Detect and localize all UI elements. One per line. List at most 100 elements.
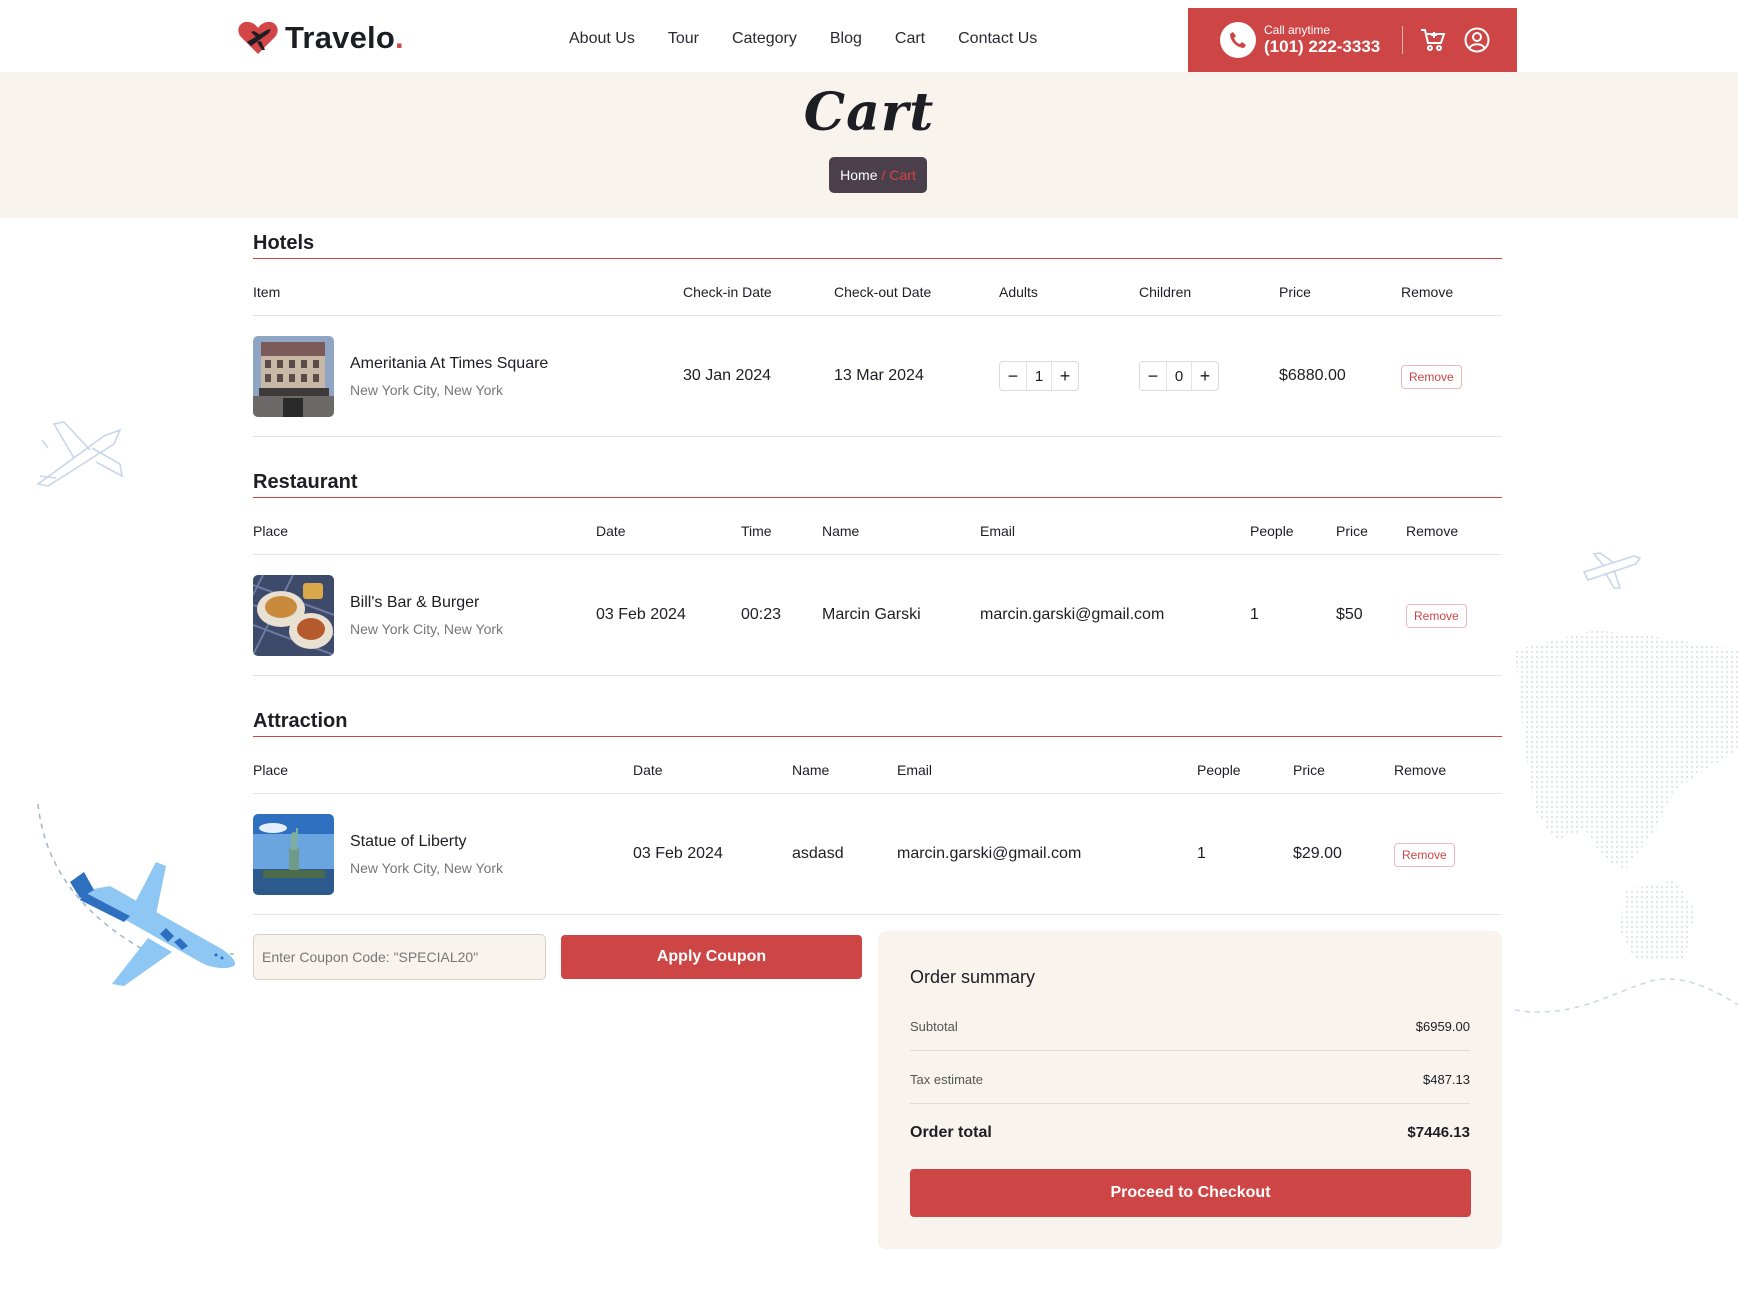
subtotal-label: Subtotal [910, 1019, 958, 1034]
col-header: Children [1139, 284, 1192, 300]
adults-decrement-button[interactable]: − [1000, 362, 1026, 390]
reservation-date: 03 Feb 2024 [596, 606, 686, 623]
site-header: Travelo. About Us Tour Category Blog Car… [0, 0, 1738, 72]
divider [910, 1103, 1470, 1104]
order-summary: Order summary Subtotal $6959.00 Tax esti… [878, 931, 1502, 1249]
col-header: Date [633, 762, 663, 778]
plane-small-icon [1582, 552, 1642, 589]
children-stepper: − 0 + [1139, 361, 1219, 391]
hotel-price: $6880.00 [1279, 367, 1346, 384]
restaurant-thumbnail[interactable] [253, 575, 334, 656]
page-title: Cart [803, 82, 935, 143]
divider [253, 793, 1502, 794]
header-call-box: Call anytime (101) 222-3333 [1188, 8, 1517, 72]
world-map-dots [1515, 630, 1738, 1013]
hotel-thumbnail[interactable] [253, 336, 334, 417]
restaurant-name[interactable]: Bill's Bar & Burger [350, 594, 479, 612]
col-header: Place [253, 523, 289, 539]
divider [1402, 26, 1404, 54]
children-increment-button[interactable]: + [1192, 362, 1218, 390]
cart-icon[interactable] [1419, 26, 1447, 54]
checkout-date: 13 Mar 2024 [834, 367, 924, 384]
col-header: Time [741, 523, 772, 539]
breadcrumb-separator: / [881, 167, 886, 183]
col-header: People [1250, 523, 1294, 539]
restaurant-title: Restaurant [253, 471, 358, 493]
call-number[interactable]: (101) 222-3333 [1264, 37, 1380, 57]
nav-tour[interactable]: Tour [668, 30, 699, 48]
breadcrumb: Home / Cart [829, 157, 927, 193]
col-header: Email [897, 762, 933, 778]
user-icon[interactable] [1463, 26, 1491, 54]
main-nav: About Us Tour Category Blog Cart Contact… [569, 30, 1070, 48]
col-header: Name [822, 523, 860, 539]
col-header: Item [253, 284, 281, 300]
divider [253, 315, 1502, 316]
attraction-location: New York City, New York [350, 860, 504, 876]
people-count: 1 [1250, 606, 1259, 623]
breadcrumb-home[interactable]: Home [840, 167, 877, 183]
divider [253, 258, 1502, 259]
tax-label: Tax estimate [910, 1072, 983, 1087]
col-header: Adults [999, 284, 1038, 300]
adults-increment-button[interactable]: + [1052, 362, 1078, 390]
nav-blog[interactable]: Blog [830, 30, 862, 48]
divider [253, 675, 1502, 676]
reservation-time: 00:23 [741, 606, 782, 623]
guest-name: Marcin Garski [822, 606, 921, 623]
restaurant-location: New York City, New York [350, 621, 504, 637]
phone-icon[interactable] [1220, 22, 1256, 58]
call-label: Call anytime [1264, 23, 1331, 37]
apply-coupon-button[interactable]: Apply Coupon [561, 935, 862, 979]
col-header: Remove [1394, 762, 1447, 778]
proceed-to-checkout-button[interactable]: Proceed to Checkout [910, 1169, 1471, 1217]
attraction-name[interactable]: Statue of Liberty [350, 833, 467, 851]
col-header: Place [253, 762, 289, 778]
remove-restaurant-button[interactable]: Remove [1406, 604, 1467, 628]
attraction-thumbnail[interactable] [253, 814, 334, 895]
checkin-date: 30 Jan 2024 [683, 367, 772, 384]
divider [253, 554, 1502, 555]
hotel-name[interactable]: Ameritania At Times Square [350, 355, 548, 373]
col-header: Name [792, 762, 830, 778]
order-summary-title: Order summary [910, 967, 1036, 987]
breadcrumb-current: Cart [889, 167, 916, 183]
page-banner: Cart Home / Cart [0, 72, 1738, 218]
hotel-location: New York City, New York [350, 382, 504, 398]
children-value[interactable]: 0 [1166, 362, 1192, 390]
adults-value[interactable]: 1 [1026, 362, 1052, 390]
nav-about-us[interactable]: About Us [569, 30, 635, 48]
hotels-title: Hotels [253, 232, 315, 254]
attraction-price: $29.00 [1293, 845, 1342, 862]
order-total-label: Order total [910, 1124, 992, 1141]
people-count: 1 [1197, 845, 1206, 862]
col-header: Check-out Date [834, 284, 932, 300]
nav-category[interactable]: Category [732, 30, 797, 48]
col-header: Email [980, 523, 1016, 539]
divider [253, 736, 1502, 737]
remove-hotel-button[interactable]: Remove [1401, 365, 1462, 389]
divider [253, 436, 1502, 437]
divider [253, 497, 1502, 498]
attraction-title: Attraction [253, 710, 348, 732]
call-info: Call anytime (101) 222-3333 [1264, 23, 1380, 57]
tax-value: $487.13 [1423, 1072, 1470, 1087]
guest-email: marcin.garski@gmail.com [897, 845, 1082, 862]
children-decrement-button[interactable]: − [1140, 362, 1166, 390]
logo[interactable]: Travelo. [237, 20, 404, 56]
plane-outline-icon [36, 421, 124, 487]
visit-date: 03 Feb 2024 [633, 845, 723, 862]
order-total-value: $7446.13 [1407, 1124, 1470, 1141]
guest-name: asdasd [792, 845, 844, 862]
col-header: Remove [1401, 284, 1454, 300]
adults-stepper: − 1 + [999, 361, 1079, 391]
nav-cart[interactable]: Cart [895, 30, 925, 48]
col-header: Price [1336, 523, 1368, 539]
plane-blue-icon [37, 803, 236, 986]
logo-heart-plane-icon [238, 21, 278, 54]
brand-name: Travelo. [285, 20, 404, 55]
remove-attraction-button[interactable]: Remove [1394, 843, 1455, 867]
nav-contact-us[interactable]: Contact Us [958, 30, 1037, 48]
col-header: Date [596, 523, 626, 539]
coupon-input[interactable] [253, 934, 546, 980]
